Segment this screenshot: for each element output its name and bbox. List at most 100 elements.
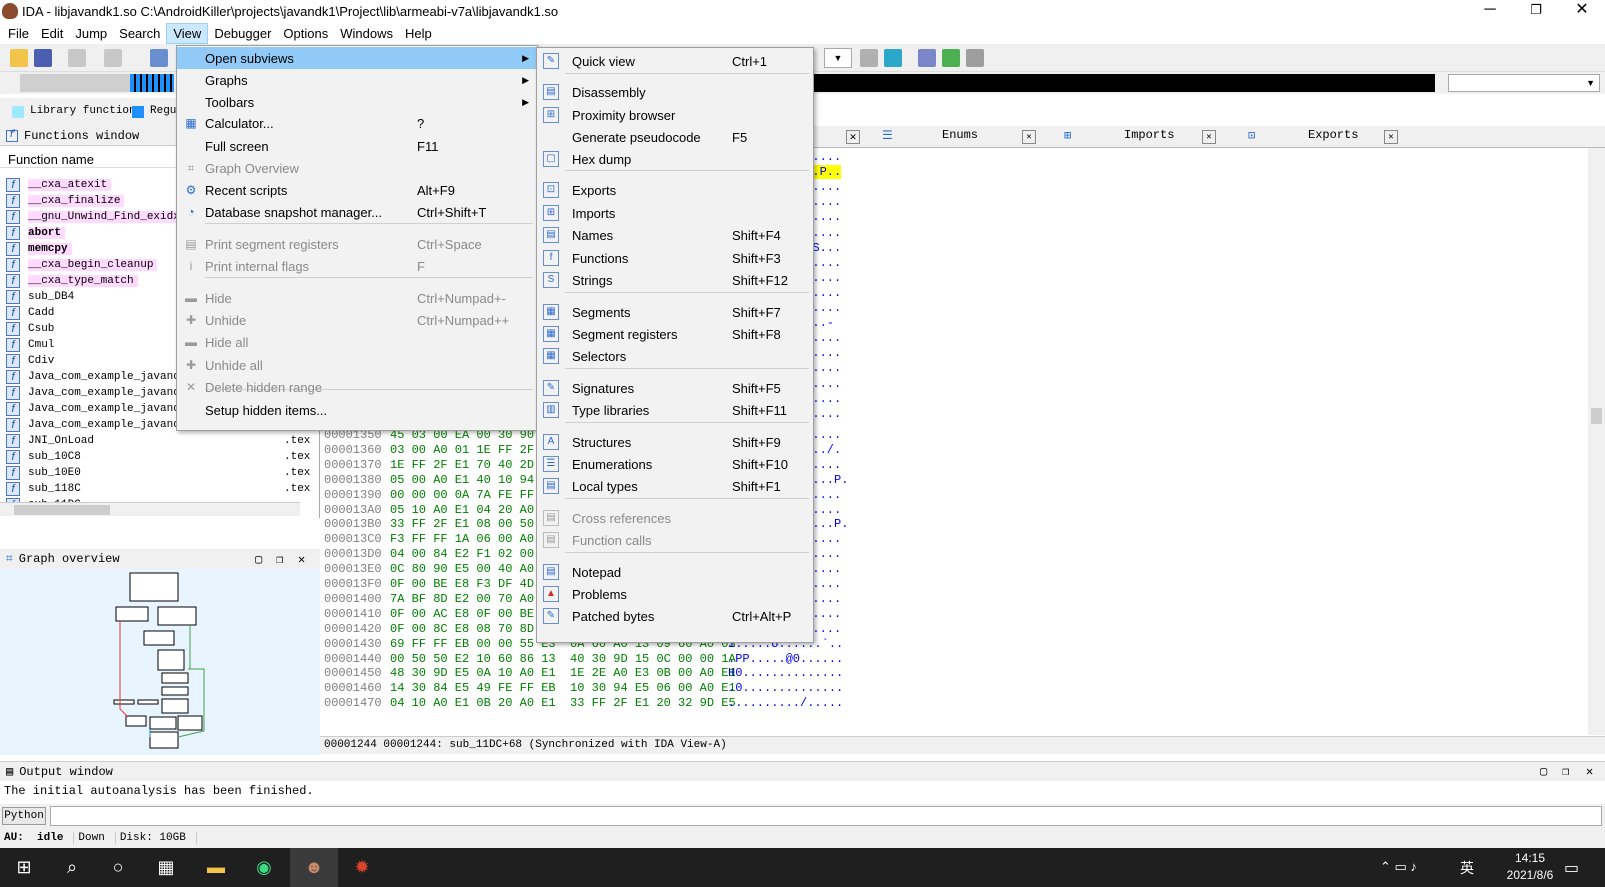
forward-arrow-icon[interactable] (104, 49, 122, 67)
hex-line[interactable]: 00001400 7A BF 8D E2 00 70 A0...... (324, 592, 841, 607)
tab-enums-close-icon[interactable]: ✕ (1022, 130, 1036, 144)
view-menu-item-hide[interactable]: ▬ Hide Ctrl+Numpad+- (177, 287, 537, 309)
nav-band-gray[interactable] (20, 74, 130, 92)
view-menu-item-print-internal-flags[interactable]: i Print internal flags F (177, 255, 537, 277)
graph-float-icon[interactable]: ❐ (276, 552, 283, 567)
menu-help[interactable]: Help (399, 24, 438, 43)
ida-taskbar-icon[interactable]: ☻ (290, 848, 338, 887)
subview-item-cross-references[interactable]: ▤ Cross references (537, 507, 813, 529)
subview-item-exports[interactable]: ⊡ Exports (537, 179, 813, 201)
add-breakpoint-icon[interactable] (942, 49, 960, 67)
view-menu-item-full-screen[interactable]: Full screen F11 (177, 135, 537, 157)
file-explorer-icon[interactable]: ▬ (192, 848, 240, 887)
subview-item-selectors[interactable]: ▦ Selectors (537, 345, 813, 367)
tab-exports[interactable]: ⊡ Exports ✕ (1248, 128, 1408, 146)
function-row[interactable]: f JNI_OnLoad .tex (6, 433, 310, 449)
search-icon[interactable]: ⌕ (48, 848, 96, 887)
subview-item-generate-pseudocode[interactable]: Generate pseudocode F5 (537, 126, 813, 148)
hex-line[interactable]: 00001420 0F 00 8C E8 08 70 8D...... (324, 622, 841, 637)
view-menu-item-open-subviews[interactable]: Open subviews ▶ (177, 47, 537, 69)
view-menu-item-graphs[interactable]: Graphs ▶ (177, 69, 537, 91)
hex-line[interactable]: 00001460 14 30 84 E5 49 FE FF EB 10 30 94… (324, 681, 843, 696)
subview-item-signatures[interactable]: ✎ Signatures Shift+F5 (537, 377, 813, 399)
delete-breakpoint-icon[interactable] (966, 49, 984, 67)
start-windows-icon[interactable]: ⊞ (0, 848, 48, 887)
function-row[interactable]: f sub_10E0 .tex (6, 465, 310, 481)
cortana-circle-icon[interactable]: ○ (94, 848, 142, 887)
function-row[interactable]: f sub_118C .tex (6, 481, 310, 497)
subview-item-segments[interactable]: ▦ Segments Shift+F7 (537, 301, 813, 323)
functions-hscrollbar[interactable] (0, 502, 300, 516)
toolbar-tool-icon[interactable] (150, 49, 168, 67)
tab-exports-close-icon[interactable]: ✕ (1384, 130, 1398, 144)
debug-pause-icon[interactable] (860, 49, 878, 67)
graph-restore-icon[interactable]: ▢ (255, 552, 262, 567)
subview-item-notepad[interactable]: ▤ Notepad (537, 561, 813, 583)
subview-item-type-libraries[interactable]: ▥ Type libraries Shift+F11 (537, 399, 813, 421)
subview-item-enumerations[interactable]: ☰ Enumerations Shift+F10 (537, 453, 813, 475)
subview-item-quick-view[interactable]: ✎ Quick view Ctrl+1 (537, 50, 813, 72)
hex-vscroll-thumb[interactable] (1591, 408, 1602, 424)
view-menu-item-graph-overview[interactable]: ⌗ Graph Overview (177, 157, 537, 179)
subview-item-disassembly[interactable]: ▤ Disassembly (537, 81, 813, 103)
save-icon[interactable] (34, 49, 52, 67)
output-float-icon[interactable]: ❐ (1562, 764, 1569, 779)
android-killer-icon[interactable]: ◉ (240, 848, 288, 887)
minimize-button[interactable]: ─ (1467, 0, 1513, 22)
tab-imports-close-icon[interactable]: ✕ (1202, 130, 1216, 144)
subview-item-proximity-browser[interactable]: ⊞ Proximity browser (537, 104, 813, 126)
menu-edit[interactable]: Edit (35, 24, 69, 43)
menu-debugger[interactable]: Debugger (208, 24, 277, 43)
hex-line[interactable]: 00001370 1E FF 2F E1 70 40 2D...... (324, 458, 841, 473)
hex-line[interactable]: 000013D0 04 00 84 E2 F1 02 00 -..... (324, 547, 841, 562)
subview-item-structures[interactable]: A Structures Shift+F9 (537, 431, 813, 453)
hex-line[interactable]: 00001360 03 00 A0 01 1E FF 2F ..../. (324, 443, 841, 458)
app-taskbar-icon[interactable]: ✹ (338, 848, 386, 887)
hex-line[interactable]: 000013B0 33 FF 2F E1 08 00 50 .....P. (324, 517, 848, 532)
subview-item-hex-dump[interactable]: ▢ Hex dump (537, 148, 813, 170)
functions-hscroll-thumb[interactable] (14, 505, 110, 515)
view-menu-item-recent-scripts[interactable]: ⚙ Recent scripts Alt+F9 (177, 179, 537, 201)
ime-indicator[interactable]: 英 (1460, 858, 1474, 878)
hex-vscrollbar[interactable] (1588, 148, 1605, 735)
view-menu-item-unhide[interactable]: ✚ Unhide Ctrl+Numpad++ (177, 309, 537, 331)
hex-line[interactable]: 00001470 04 10 A0 E1 0B 20 A0 E1 33 FF 2F… (324, 696, 843, 711)
view-menu-item-database-snapshot-manager[interactable]: ◔ Database snapshot manager... Ctrl+Shift+… (177, 201, 537, 223)
notification-icon[interactable]: ▭ (1564, 858, 1579, 878)
view-menu-item-hide-all[interactable]: ▬ Hide all (177, 331, 537, 353)
system-tray-icons[interactable]: ⌃ ▭ ♪ (1380, 859, 1417, 875)
subview-item-imports[interactable]: ⊞ Imports (537, 202, 813, 224)
task-view-icon[interactable]: ▦ (142, 848, 190, 887)
python-command-input[interactable] (50, 806, 1602, 826)
clock-time[interactable]: 14:15 (1500, 851, 1560, 865)
clock-date[interactable]: 2021/8/6 (1490, 868, 1570, 882)
breakpoint-list-icon[interactable] (918, 49, 936, 67)
view-menu-item-print-segment-registers[interactable]: ▤ Print segment registers Ctrl+Space (177, 233, 537, 255)
maximize-button[interactable]: ❐ (1513, 0, 1559, 22)
hex-line[interactable]: 000013F0 0F 00 BE E8 F3 DF 4D...... (324, 577, 841, 592)
hex-line[interactable]: 00001430 69 FF FF EB 00 00 55 E3 0A 60 A0… (324, 637, 843, 652)
hex-line[interactable]: 00001410 0F 00 AC E8 0F 00 BE...... (324, 607, 841, 622)
subview-item-local-types[interactable]: ▤ Local types Shift+F1 (537, 475, 813, 497)
menu-file[interactable]: File (2, 24, 35, 43)
menu-options[interactable]: Options (277, 24, 334, 43)
hex-line[interactable]: 00001450 48 30 9D E5 0A 10 A0 E1 1E 2E A0… (324, 666, 843, 681)
nav-band-code[interactable] (130, 74, 174, 92)
function-row[interactable]: f sub_10C8 .tex (6, 449, 310, 465)
menu-view[interactable]: View (166, 22, 209, 44)
hex-line[interactable]: 00001380 05 00 A0 E1 40 10 94 .....P. (324, 473, 848, 488)
menu-jump[interactable]: Jump (69, 24, 113, 43)
view-menu-item-calculator[interactable]: ▦ Calculator...? (177, 112, 537, 134)
view-menu-item-toolbars[interactable]: Toolbars ▶ (177, 91, 537, 113)
python-language-button[interactable]: Python (2, 807, 46, 825)
output-close-icon[interactable]: ✕ (1586, 764, 1593, 779)
back-arrow-icon[interactable] (68, 49, 86, 67)
graph-close-icon[interactable]: ✕ (298, 552, 305, 567)
menu-search[interactable]: Search (113, 24, 166, 43)
tab-enums[interactable]: ☰ Enums ✕ (882, 128, 1042, 146)
subview-item-names[interactable]: ▤ Names Shift+F4 (537, 224, 813, 246)
open-folder-icon[interactable] (10, 49, 28, 67)
subview-item-functions[interactable]: f Functions Shift+F3 (537, 247, 813, 269)
hex-line[interactable]: 000013E0 0C 80 90 E5 00 40 A0...... (324, 562, 841, 577)
hex-line[interactable]: 00001440 00 50 50 E2 10 60 86 13 40 30 9D… (324, 652, 843, 667)
